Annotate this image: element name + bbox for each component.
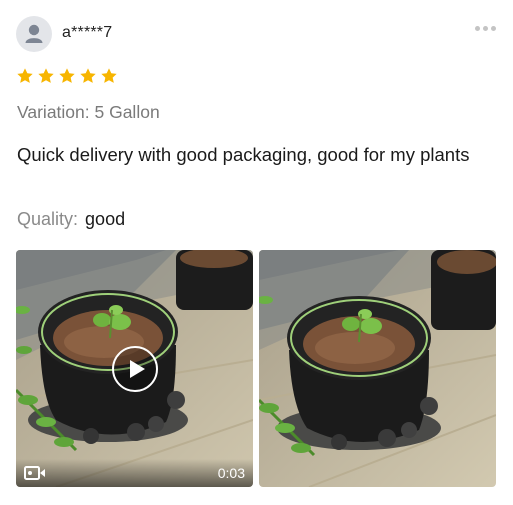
review-photo-thumbnail[interactable] [259,250,496,487]
star-icon [80,68,96,83]
review-video-thumbnail[interactable]: 0:03 [16,250,253,487]
user-avatar-icon[interactable] [16,16,52,52]
review-header: a*****7 [16,16,498,52]
more-dot [482,25,488,31]
review-text: Quick delivery with good packaging, good… [17,144,470,165]
quality-row: Quality: good [17,209,125,230]
star-rating [16,67,118,85]
quality-label: Quality: [17,209,79,229]
quality-value: good [85,209,126,229]
video-camera-icon [24,466,45,480]
play-icon[interactable] [112,346,158,392]
more-dot [474,25,480,31]
reviewer-name: a*****7 [62,24,113,41]
more-dot [490,25,496,31]
video-controls-bar: 0:03 [16,459,253,487]
variation-label: Variation: 5 Gallon [17,102,160,122]
photo-thumbnail-image [259,250,496,487]
star-icon [101,68,117,83]
more-options-icon[interactable] [472,22,498,34]
star-icon [59,68,75,83]
star-icon [38,68,54,83]
video-duration: 0:03 [217,465,245,481]
star-icon [17,68,33,83]
